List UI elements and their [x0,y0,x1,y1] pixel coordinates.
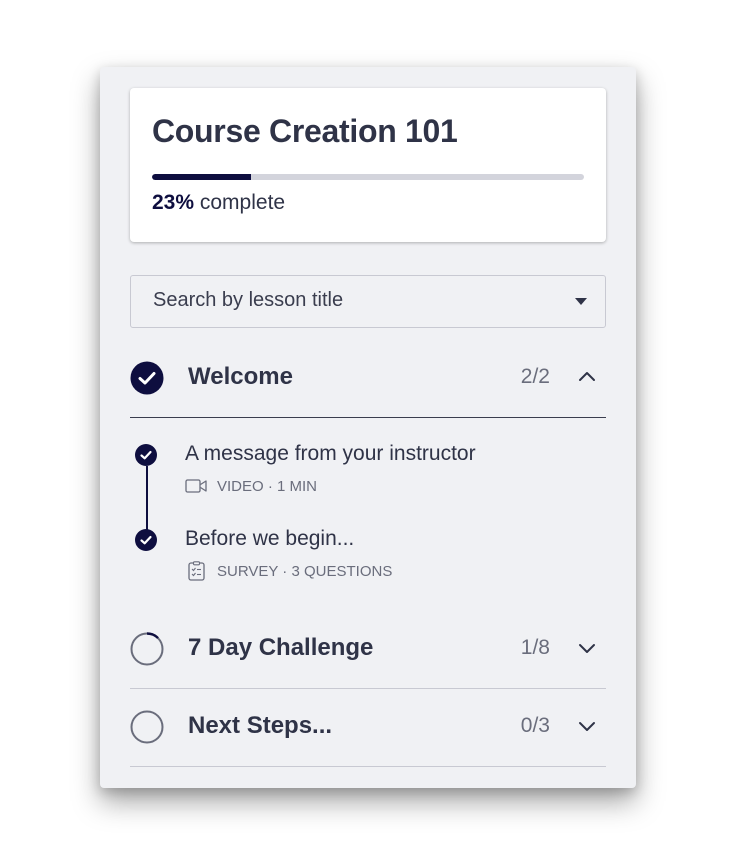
video-icon [185,479,207,493]
section-count: 2/2 [520,365,550,388]
section-count: 0/3 [520,714,550,737]
check-circle-icon [135,444,157,466]
lesson-search-select[interactable]: Search by lesson title [130,275,606,328]
section-title: 7 Day Challenge [188,634,374,661]
section-7-day-challenge: 7 Day Challenge 1/8 [130,610,606,689]
chevron-down-icon[interactable] [577,716,597,736]
section-next-steps: Next Steps... 0/3 [130,688,606,767]
section-header-7-day-challenge[interactable]: 7 Day Challenge 1/8 [130,610,606,689]
lesson-connector-line [146,466,148,532]
caret-down-icon[interactable] [575,298,587,305]
lesson-title: Before we begin... [185,527,355,550]
progress-bar [152,174,584,180]
check-circle-icon [130,361,164,395]
progress-percent: 23% [152,191,195,214]
lesson-meta: VIDEO · 1 MIN [185,476,317,496]
lesson-meta-text: VIDEO · 1 MIN [217,477,318,495]
section-welcome: Welcome 2/2 [130,339,606,418]
chevron-up-icon[interactable] [577,367,597,387]
lesson-meta: SURVEY · 3 QUESTIONS [185,561,392,581]
course-title: Course Creation 101 [152,113,458,149]
progress-label: 23% complete [152,191,285,215]
lesson-title: A message from your instructor [185,442,476,465]
progress-suffix: complete [199,191,286,214]
lesson-meta-text: SURVEY · 3 QUESTIONS [217,562,393,580]
progress-bar-fill [152,174,252,180]
section-header-next-steps[interactable]: Next Steps... 0/3 [130,688,606,767]
survey-icon [188,561,205,581]
search-placeholder: Search by lesson title [153,289,344,311]
section-title: Welcome [188,363,293,390]
progress-ring-icon [130,632,164,666]
course-progress-card: Course Creation 101 23% complete [130,88,606,242]
empty-circle-icon [130,710,164,744]
chevron-down-icon[interactable] [577,638,597,658]
section-header-welcome[interactable]: Welcome 2/2 [130,339,606,418]
section-title: Next Steps... [188,712,333,739]
check-circle-icon [135,529,157,551]
section-count: 1/8 [520,636,550,659]
course-outline-panel: Course Creation 101 23% complete Search … [100,67,636,788]
